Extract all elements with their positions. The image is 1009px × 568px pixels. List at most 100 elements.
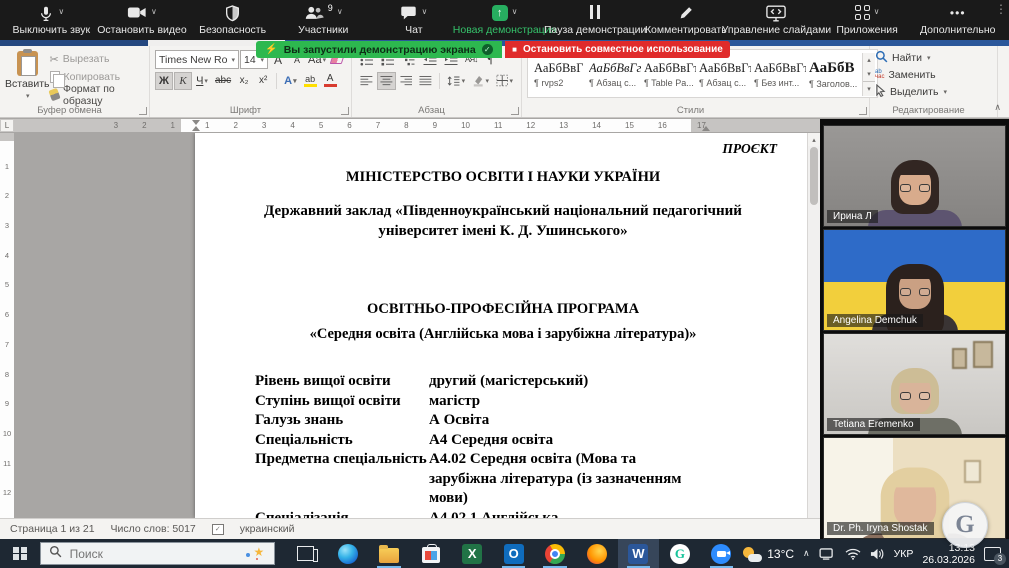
paste-button[interactable]: Вставить ▾ [5,49,50,103]
justify-button[interactable] [416,72,435,90]
ribbon-filler: ∧ [998,46,1009,117]
style-card-table[interactable]: АаБбВвГт ¶ Table Pa... [642,53,695,96]
select-button[interactable]: Выделить ▾ [875,84,947,100]
find-button[interactable]: Найти ▾ [875,50,947,66]
chevron-down-icon[interactable]: ∨ [58,7,64,17]
chevron-down-icon[interactable]: ∨ [874,7,880,17]
participants-button[interactable]: 9 ∨ Участники [278,0,369,40]
stop-share-button[interactable]: ■ Остановить совместное использование [505,41,730,58]
chevron-down-icon[interactable]: ∨ [151,7,157,17]
text-effects-button[interactable]: А▾ [281,72,299,90]
right-indent-marker[interactable] [702,126,710,131]
font-family-select[interactable]: Times New Ro ▾ [155,50,239,69]
video-tile-angelina[interactable]: Angelina Demchuk [823,229,1006,331]
align-left-button[interactable] [357,72,376,90]
cut-button[interactable]: ✂ Вырезать [50,51,144,68]
font-color-button[interactable]: А [321,72,340,90]
device-icon[interactable] [819,548,836,560]
new-share-button[interactable]: ↑ ∨ Новая демонстрация [459,0,550,40]
scrollbar-thumb[interactable] [810,147,818,205]
apps-button[interactable]: ∨ Приложения [822,0,913,40]
collapse-ribbon-icon[interactable]: ∧ [994,102,1001,113]
overflow-dots-icon[interactable]: ⋮ [995,2,1007,16]
annotate-button[interactable]: Комментировать [640,0,731,40]
taskbar-app-word[interactable]: W [618,539,660,568]
chat-button[interactable]: ∨ Чат [369,0,460,40]
line-spacing-button[interactable]: ▾ [444,72,468,90]
superscript-button[interactable]: x² [254,72,272,90]
language-switcher[interactable]: УКР [894,548,914,560]
chevron-down-icon[interactable]: ∨ [512,7,518,17]
proofing-icon[interactable]: ✓ [212,524,224,535]
document-scrollbar[interactable]: ▴ [807,133,820,518]
grammarly-floating-button[interactable]: G [942,502,988,548]
taskbar-app-store[interactable] [410,539,452,568]
align-right-button[interactable] [397,72,416,90]
video-tile-tetiana[interactable]: Tetiana Eremenko [823,333,1006,435]
dialog-launcher-icon[interactable] [139,107,147,115]
slide-control-button[interactable]: Управление слайдами [731,0,822,40]
stop-video-button[interactable]: ∨ Остановить видео [97,0,188,40]
first-line-indent-marker[interactable] [192,120,200,125]
highlight-color-button[interactable]: ab [301,72,320,90]
pause-share-button[interactable]: Пауза демонстрации [550,0,641,40]
shading-button[interactable]: ▾ [469,72,492,90]
scroll-up-icon[interactable]: ▴ [808,133,820,146]
taskbar-app-zoom[interactable] [701,539,743,568]
align-center-button[interactable] [377,72,396,90]
start-button[interactable] [0,539,40,568]
search-input[interactable] [70,547,200,561]
borders-button[interactable]: ▾ [493,72,516,90]
taskbar-app-edge[interactable] [327,539,369,568]
ruler-number: 11 [494,121,502,130]
style-card-paragraph-2[interactable]: АаБбВвГт ¶ Абзац с... [697,53,750,96]
doc-field-row-partial: Спеціалізація А4.02.1 Англійська [229,509,777,519]
clipboard-icon [17,51,38,76]
strikethrough-button[interactable]: abc [212,72,234,90]
mute-button[interactable]: ∨ Выключить звук [6,0,97,40]
security-button[interactable]: Безопасность [187,0,278,40]
style-card-no-spacing[interactable]: АаБбВвГт ¶ Без инт... [752,53,805,96]
taskbar-app-task-view[interactable] [285,539,327,568]
taskbar-app-chrome[interactable] [534,539,576,568]
wifi-icon[interactable] [845,548,861,560]
bold-button[interactable]: Ж [155,72,173,90]
tab-stop-selector[interactable]: L [0,119,14,132]
chevron-down-icon[interactable]: ∨ [337,7,343,17]
document-page[interactable]: ПРОЄКТ МІНІСТЕРСТВО ОСВІТИ І НАУКИ УКРАЇ… [195,133,811,518]
edge-icon [338,544,358,564]
format-painter-button[interactable]: Формат по образцу [50,86,144,103]
taskbar-app-outlook[interactable]: O [493,539,535,568]
mute-label: Выключить звук [13,24,91,36]
dialog-launcher-icon[interactable] [511,107,519,115]
tray-expand-icon[interactable]: ∧ [803,548,810,559]
volume-icon[interactable] [870,548,885,560]
more-button[interactable]: ••• Дополнительно [912,0,1003,40]
style-card-paragraph-1[interactable]: АаБбВвГг, ¶ Абзац с... [587,53,640,96]
taskbar-app-excel[interactable]: X [451,539,493,568]
style-card-rvps2[interactable]: АаБбВвГ ¶ rvps2 [532,53,585,96]
ruler-number: 3 [262,121,266,130]
style-card-heading[interactable]: АаБбВ ¶ Заголов... [807,53,860,96]
weather-widget[interactable]: 13°C [742,546,794,562]
taskbar-app-firefox[interactable] [576,539,618,568]
cursor-icon [875,84,886,100]
dialog-launcher-icon[interactable] [859,107,867,115]
page-indicator[interactable]: Страница 1 из 21 [10,523,95,535]
video-tile-irina[interactable]: Ирина Л [823,125,1006,227]
taskbar-app-file-explorer[interactable] [368,539,410,568]
hanging-indent-marker[interactable] [192,126,200,131]
font-family-value: Times New Ro [159,54,227,66]
underline-button[interactable]: Ч▾ [193,72,211,90]
subscript-button[interactable]: x₂ [235,72,253,90]
search-highlights-icon[interactable]: ★ [253,545,264,559]
word-count[interactable]: Число слов: 5017 [111,523,196,535]
chevron-down-icon[interactable]: ∨ [421,7,427,17]
taskbar-search[interactable]: ★ [40,542,276,565]
dialog-launcher-icon[interactable] [341,107,349,115]
replace-button[interactable]: abчас Заменить [875,67,947,83]
taskbar-app-grammarly[interactable]: G [659,539,701,568]
language-indicator[interactable]: украинский [240,523,295,535]
italic-button[interactable]: К [174,72,192,90]
action-center-icon[interactable]: 3 [984,547,1001,561]
